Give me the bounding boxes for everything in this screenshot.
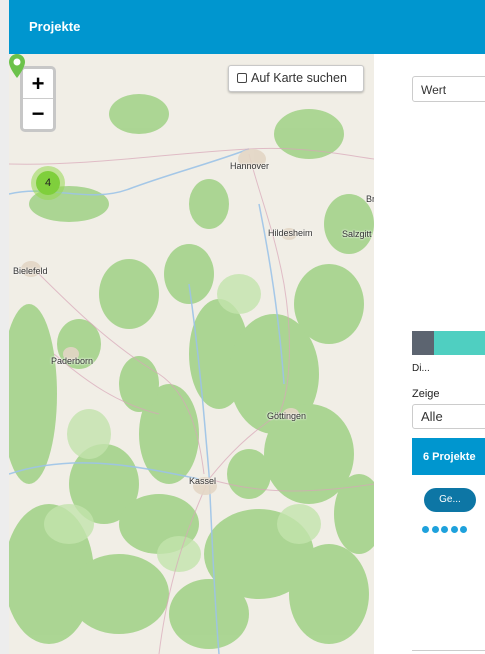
pagination-dot[interactable]: [460, 526, 468, 533]
page-title: Projekte: [29, 19, 81, 34]
cluster-count: 4: [36, 171, 60, 195]
search-on-map-toggle[interactable]: Auf Karte suchen: [228, 65, 364, 92]
pagination-dots: [422, 520, 470, 538]
checkbox-icon[interactable]: [237, 73, 247, 83]
zoom-control: + −: [20, 66, 56, 132]
zoom-in-button[interactable]: +: [23, 69, 53, 99]
map-view[interactable]: Hannover Hildesheim Salzgitt Br Bielefel…: [9, 54, 374, 654]
pagination-dot[interactable]: [422, 526, 429, 533]
city-label-goettingen: Göttingen: [267, 411, 307, 421]
show-label: Zeige: [412, 388, 440, 400]
city-label-bielefeld: Bielefeld: [13, 266, 48, 276]
pagination-dot[interactable]: [450, 526, 458, 533]
map-pin-icon[interactable]: [9, 54, 25, 78]
bar-segment-1: [412, 331, 434, 355]
bar-label: Di...: [412, 363, 430, 374]
map-tiles: [9, 54, 374, 654]
show-select[interactable]: Alle: [412, 404, 485, 429]
project-button[interactable]: Ge...: [424, 488, 476, 512]
divider: [412, 650, 485, 651]
app-frame: Projekte Hannover Hildesheim Salzgitt Br…: [9, 0, 485, 654]
value-select[interactable]: Wert: [412, 76, 485, 102]
projects-header: 6 Projekte: [412, 438, 485, 475]
search-on-map-label: Auf Karte suchen: [251, 71, 347, 85]
zoom-out-button[interactable]: −: [23, 99, 53, 129]
bar-segment-2: [434, 331, 485, 355]
sidebar: Wert Di... Zeige Alle 6 Projekte Ge...: [374, 54, 485, 654]
city-label-hildesheim: Hildesheim: [268, 228, 313, 238]
city-label-kassel: Kassel: [189, 476, 217, 486]
pagination-dot[interactable]: [441, 526, 449, 533]
distribution-bar: [412, 331, 485, 355]
city-label-braunschweig: Br: [366, 194, 374, 204]
city-label-salzgitter: Salzgitt: [342, 229, 372, 239]
city-label-paderborn: Paderborn: [51, 356, 94, 366]
city-label-hannover: Hannover: [230, 161, 270, 171]
header-bar: Projekte: [9, 0, 485, 54]
marker-cluster[interactable]: 4: [31, 166, 65, 200]
pagination-dot[interactable]: [431, 526, 439, 533]
